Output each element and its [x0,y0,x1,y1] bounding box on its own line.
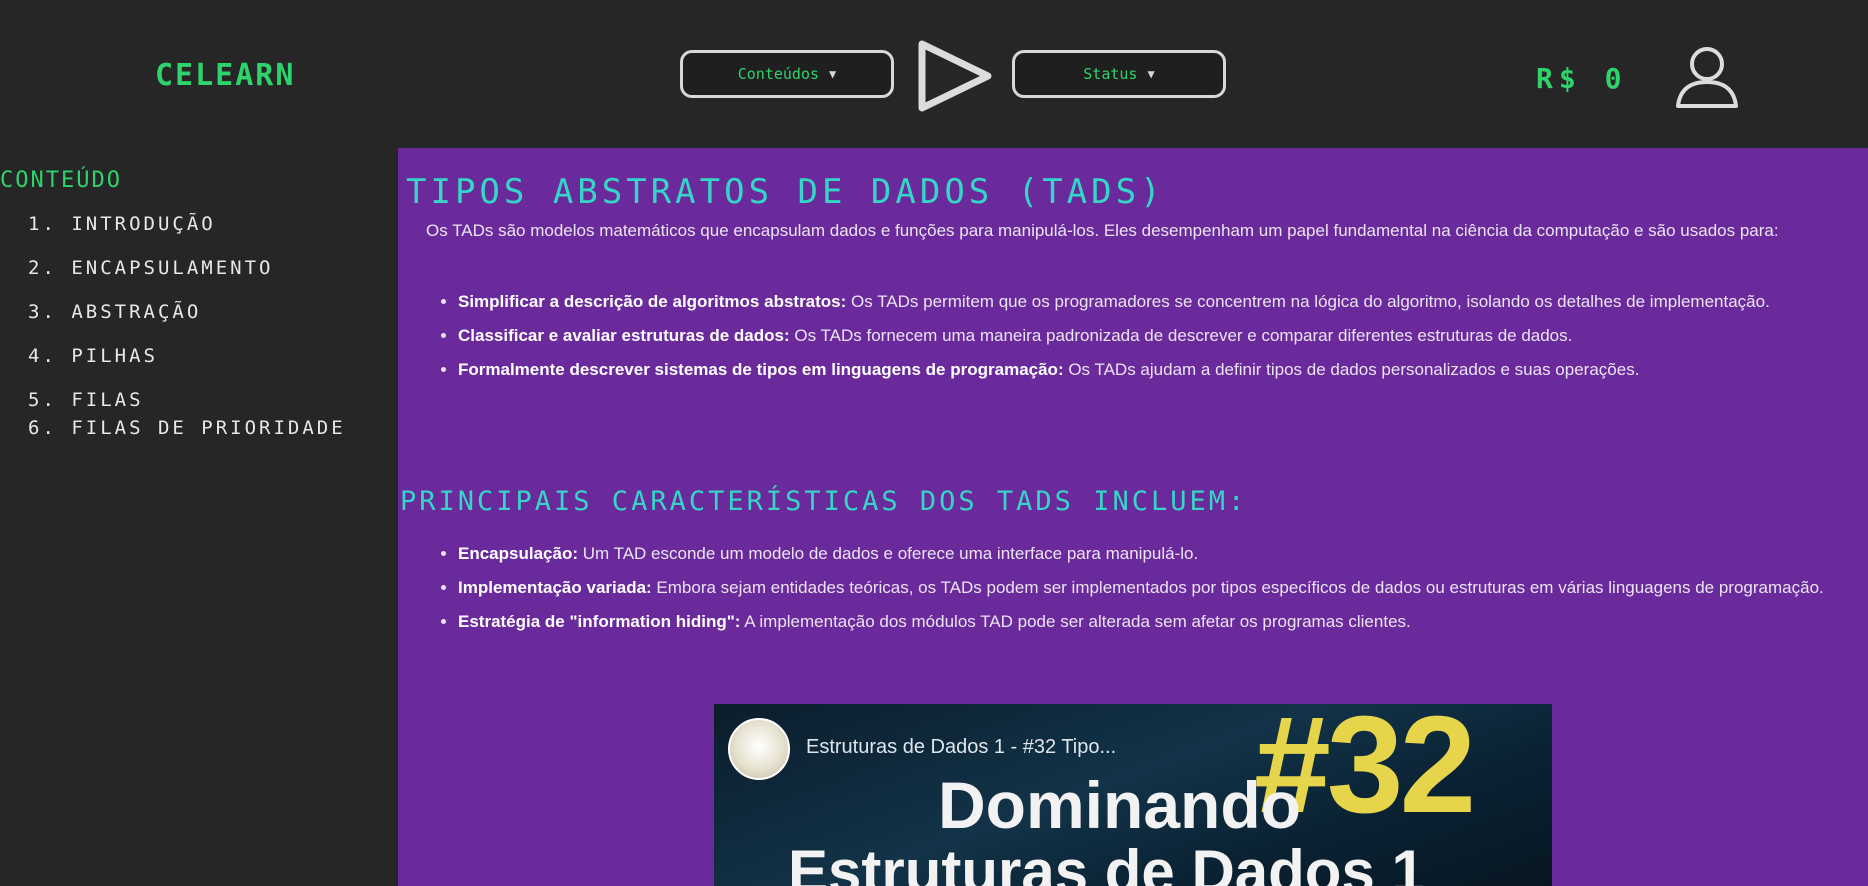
list-item: Classificar e avaliar estruturas de dado… [458,322,1856,350]
sidebar-nav: 1. INTRODUÇÃO 2. ENCAPSULAMENTO 3. ABSTR… [28,206,358,454]
list-item-text: A implementação dos módulos TAD pode ser… [740,612,1411,631]
caret-down-icon: ▼ [829,67,837,81]
status-dropdown-label: Status [1083,65,1138,83]
conteudos-dropdown-label: Conteúdos [737,65,820,83]
list-item-term: Encapsulação: [458,544,578,563]
sidebar-item-introducao[interactable]: 1. INTRODUÇÃO [28,206,358,242]
intro-paragraph: Os TADs são modelos matemáticos que enca… [426,221,1779,240]
sidebar-item-encapsulamento[interactable]: 2. ENCAPSULAMENTO [28,250,358,286]
video-thumbnail-text: Dominando [938,768,1301,842]
sidebar-item-pilhas[interactable]: 4. PILHAS [28,338,358,374]
list-item-term: Classificar e avaliar estruturas de dado… [458,326,790,345]
top-bar: CELEARN Conteúdos ▼ Status ▼ R$ 0 [0,0,1868,148]
uses-list: Simplificar a descrição de algoritmos ab… [436,288,1856,390]
list-item-text: Embora sejam entidades teóricas, os TADs… [651,578,1824,597]
sidebar: CONTEÚDO 1. INTRODUÇÃO 2. ENCAPSULAMENTO… [0,148,398,886]
list-item-term: Formalmente descrever sistemas de tipos … [458,360,1064,379]
list-item-text: Os TADs fornecem uma maneira padronizada… [789,326,1573,345]
list-item-text: Os TADs permitem que os programadores se… [846,292,1770,311]
list-item-term: Estratégia de "information hiding": [458,612,741,631]
list-item: Formalmente descrever sistemas de tipos … [458,356,1856,384]
conteudos-dropdown[interactable]: Conteúdos ▼ [680,50,894,98]
list-item: Encapsulação: Um TAD esconde um modelo d… [458,540,1856,568]
channel-avatar[interactable] [728,718,790,780]
logo[interactable]: CELEARN [155,58,295,93]
list-item-term: Implementação variada: [458,578,652,597]
sidebar-title: CONTEÚDO [0,168,122,193]
list-item: Implementação variada: Embora sejam enti… [458,574,1856,602]
video-embed[interactable]: Estruturas de Dados 1 - #32 Tipo... #32 … [714,704,1552,886]
video-title[interactable]: Estruturas de Dados 1 - #32 Tipo... [806,736,1116,759]
video-thumbnail-text: Estruturas de Dados 1 [788,838,1425,886]
caret-down-icon: ▼ [1147,67,1155,81]
sidebar-item-filas-de-prioridade[interactable]: 6. FILAS DE PRIORIDADE [28,410,358,446]
list-item: Estratégia de "information hiding": A im… [458,608,1856,636]
section-subtitle: PRINCIPAIS CARACTERÍSTICAS DOS TADS INCL… [400,486,1248,517]
user-icon[interactable] [1672,44,1742,110]
lesson-content: TIPOS ABSTRATOS DE DADOS (TADS) Os TADs … [398,148,1868,886]
play-icon[interactable] [908,36,1000,116]
list-item-term: Simplificar a descrição de algoritmos ab… [458,292,847,311]
list-item-text: Um TAD esconde um modelo de dados e ofer… [578,544,1199,563]
page-title: TIPOS ABSTRATOS DE DADOS (TADS) [406,172,1165,212]
sidebar-item-abstracao[interactable]: 3. ABSTRAÇÃO [28,294,358,330]
coin-balance: R$ 0 [1536,62,1628,95]
status-dropdown[interactable]: Status ▼ [1012,50,1226,98]
list-item-text: Os TADs ajudam a definir tipos de dados … [1063,360,1640,379]
features-list: Encapsulação: Um TAD esconde um modelo d… [436,540,1856,642]
list-item: Simplificar a descrição de algoritmos ab… [458,288,1856,316]
